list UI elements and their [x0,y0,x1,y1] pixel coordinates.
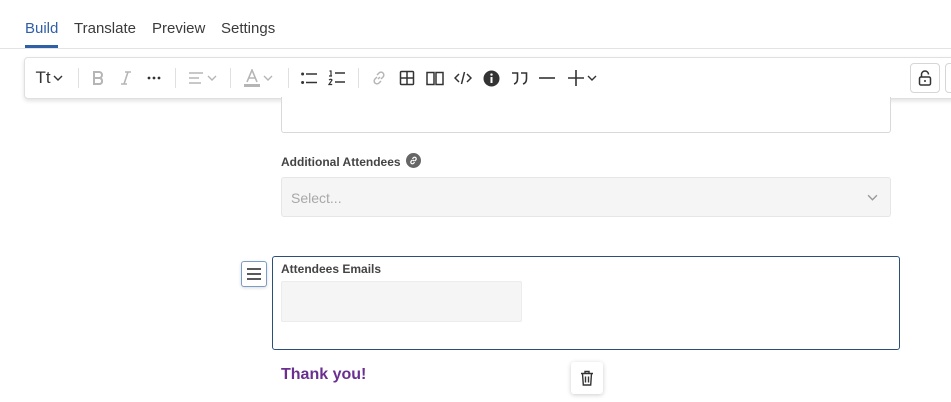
delete-block-button[interactable] [571,362,603,394]
code-button[interactable] [451,58,475,98]
link-button[interactable] [367,58,391,98]
tab-build[interactable]: Build [25,20,58,37]
menu-icon [247,268,261,280]
chevron-down-icon [263,75,272,81]
bold-icon [93,71,104,85]
select-placeholder: Select... [291,190,342,206]
align-left-icon [188,72,203,84]
table-button[interactable] [395,58,419,98]
unlock-icon [918,70,932,86]
italic-button[interactable] [115,58,137,98]
more-formatting-button[interactable] [143,58,165,98]
align-button[interactable] [185,58,219,98]
chevron-down-icon [587,75,596,81]
text-style-button[interactable]: Tt [31,58,67,98]
italic-icon [121,71,131,85]
tab-bar: Build Translate Preview Settings [0,0,951,49]
numbered-list-icon [328,70,345,86]
columns-button[interactable] [423,58,447,98]
attendees-emails-label: Attendees Emails [281,262,382,276]
info-button[interactable] [479,58,503,98]
linked-field-icon [406,153,421,168]
bold-button[interactable] [87,58,109,98]
thank-you-heading: Thank you! [281,366,367,383]
horizontal-rule-icon [539,77,555,79]
ellipsis-icon [147,76,161,80]
plus-icon [567,70,584,86]
chevron-down-icon [207,75,216,81]
additional-attendees-label: Additional Attendees [281,155,401,169]
link-icon [410,156,417,165]
lock-button[interactable] [910,63,940,93]
blockquote-button[interactable] [507,58,531,98]
drag-handle[interactable] [241,261,267,287]
quote-icon [511,71,527,85]
table-icon [399,70,415,86]
link-icon [373,71,385,85]
chevron-down-icon [53,75,63,81]
numbered-list-button[interactable] [325,58,349,98]
insert-button[interactable] [563,58,601,98]
toolbar-divider [175,68,176,88]
additional-attendees-select[interactable]: Select... [281,177,891,217]
attendees-emails-input[interactable] [281,281,522,322]
active-tab-indicator [25,45,58,48]
horizontal-rule-button[interactable] [535,58,559,98]
tab-preview[interactable]: Preview [152,20,205,37]
toolbar-overflow-button[interactable] [945,63,951,93]
info-icon [483,70,499,86]
toolbar-divider [358,68,359,88]
bullet-list-icon [300,72,317,84]
chevron-down-icon [867,194,878,201]
text-color-button[interactable] [239,58,277,98]
toolbar-divider [288,68,289,88]
trash-icon [581,370,593,386]
previous-input-field[interactable] [281,97,891,133]
text-style-icon: Tt [35,68,51,87]
tab-translate[interactable]: Translate [74,20,136,37]
tab-settings[interactable]: Settings [221,20,275,37]
editor-toolbar: Tt [24,57,951,99]
code-icon [454,71,472,85]
columns-icon [426,71,444,85]
toolbar-divider [230,68,231,88]
toolbar-divider [78,68,79,88]
text-color-icon [243,69,260,87]
bullet-list-button[interactable] [297,58,321,98]
